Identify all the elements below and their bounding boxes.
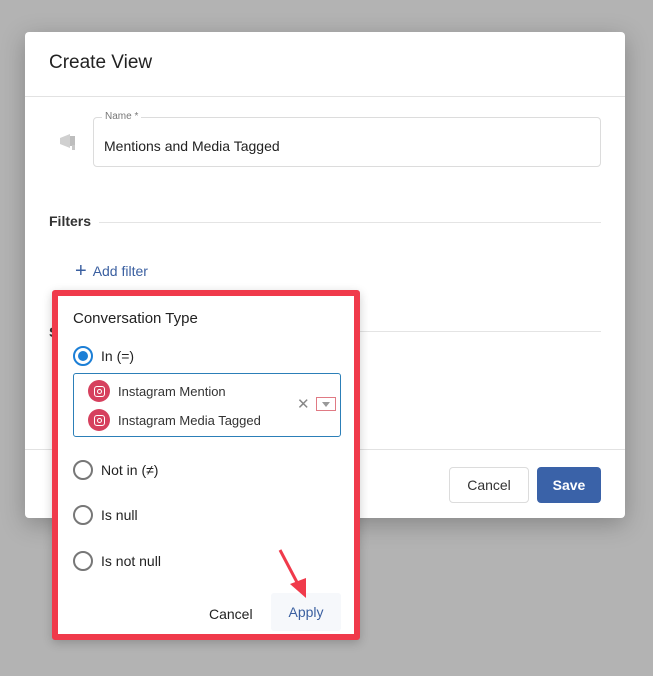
option-label: In (=) xyxy=(101,348,135,364)
option-label: Is not null xyxy=(101,553,161,569)
name-label: Name * xyxy=(102,111,142,122)
sort-divider xyxy=(359,331,601,332)
modal-title: Create View xyxy=(49,52,153,73)
radio-is-null[interactable] xyxy=(73,505,93,525)
plus-icon: + xyxy=(75,260,87,282)
modal-header: Create View xyxy=(25,32,625,97)
selected-value-label: Instagram Media Tagged xyxy=(118,412,261,428)
instagram-icon xyxy=(88,409,110,431)
radio-in[interactable] xyxy=(73,346,93,366)
option-is-not-null[interactable]: Is not null xyxy=(73,551,161,571)
conversation-type-filter-popover: Conversation Type In (=) Instagram Menti… xyxy=(52,290,360,640)
option-not-in[interactable]: Not in (≠) xyxy=(73,460,158,480)
option-in[interactable]: In (=) xyxy=(73,346,134,366)
filters-divider xyxy=(49,222,601,223)
save-button[interactable]: Save xyxy=(537,467,601,503)
selected-value-label: Instagram Mention xyxy=(118,383,226,399)
selected-value-chip: Instagram Media Tagged xyxy=(88,409,261,431)
megaphone-icon[interactable] xyxy=(57,129,81,153)
radio-not-in[interactable] xyxy=(73,460,93,480)
instagram-icon xyxy=(88,380,110,402)
name-input[interactable] xyxy=(104,138,584,154)
option-label: Not in (≠) xyxy=(101,462,159,478)
add-filter-label: Add filter xyxy=(92,263,148,279)
caret-down-icon[interactable] xyxy=(316,397,336,411)
conversation-type-select[interactable]: Instagram Mention Instagram Media Tagged… xyxy=(73,373,341,437)
popover-cancel-button[interactable]: Cancel xyxy=(209,606,253,622)
filters-title: Filters xyxy=(49,213,100,229)
name-field[interactable]: Name * xyxy=(93,111,601,167)
filters-section: Filters xyxy=(49,213,601,231)
cancel-button[interactable]: Cancel xyxy=(449,467,529,503)
selected-value-chip: Instagram Mention xyxy=(88,380,226,402)
close-icon[interactable]: ✕ xyxy=(297,395,310,413)
option-is-null[interactable]: Is null xyxy=(73,505,138,525)
annotation-arrow-icon xyxy=(278,549,306,598)
add-filter-button[interactable]: + Add filter xyxy=(75,260,148,282)
popover-title: Conversation Type xyxy=(73,310,198,327)
option-label: Is null xyxy=(101,507,138,523)
radio-is-not-null[interactable] xyxy=(73,551,93,571)
